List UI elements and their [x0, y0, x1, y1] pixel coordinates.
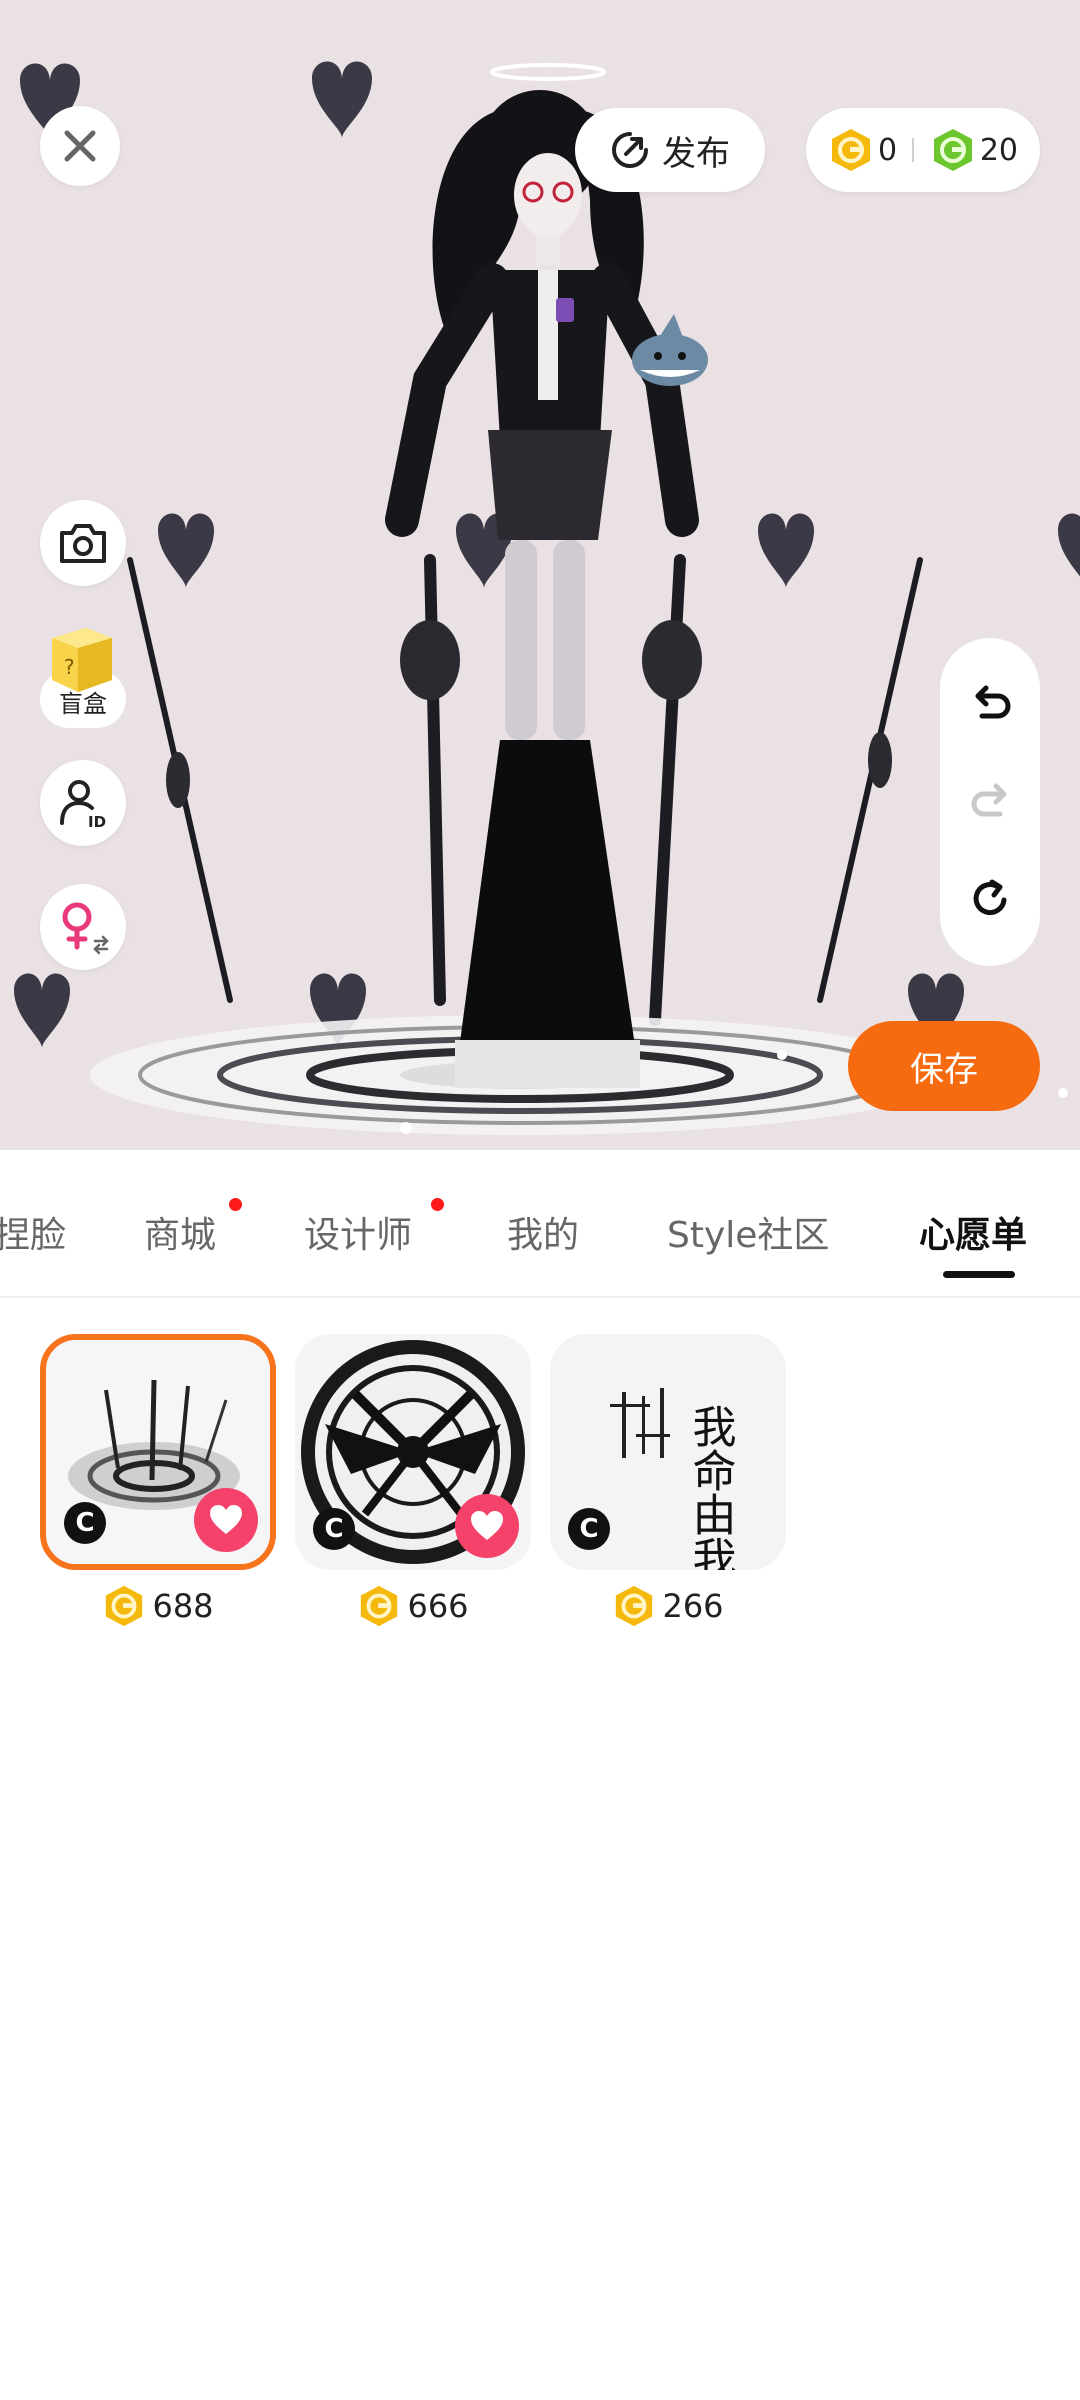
creator-badge: C: [568, 1508, 610, 1550]
category-tabs: 捏脸 商城 设计师 我的 Style社区 心愿单: [0, 1150, 1080, 1298]
gold-coin-icon: [616, 1585, 653, 1627]
creator-badge: C: [64, 1502, 106, 1544]
blind-box-icon: ?: [52, 628, 112, 692]
undo-icon[interactable]: [968, 680, 1014, 726]
tab-shop-notification-dot: [229, 1198, 242, 1211]
green-coin-icon: [933, 129, 972, 171]
redo-icon[interactable]: [968, 778, 1014, 824]
publish-label: 发布: [662, 133, 730, 174]
gold-coin-icon: [361, 1585, 398, 1627]
avatar-stage[interactable]: 发布 0 20 盲盒 ? ID 保存: [0, 0, 1080, 1150]
gold-coin-balance: 0: [828, 127, 897, 173]
save-button[interactable]: 保存: [848, 1021, 1040, 1111]
active-tab-indicator: [943, 1271, 1015, 1278]
item-price: 266: [550, 1584, 786, 1628]
history-controls: [940, 638, 1040, 966]
wishlist-item[interactable]: C 666: [295, 1334, 531, 1634]
svg-text:?: ?: [64, 655, 75, 679]
camera-button[interactable]: [40, 500, 126, 586]
price-value: 688: [152, 1587, 214, 1625]
creator-badge: C: [313, 1508, 355, 1550]
gold-coin-icon: [106, 1585, 143, 1627]
reset-icon[interactable]: [968, 876, 1014, 922]
item-thumbnail: C: [295, 1334, 531, 1570]
currency-wallet[interactable]: 0 20: [806, 108, 1040, 192]
green-coin-count: 20: [979, 132, 1018, 168]
green-coin-balance: 20: [930, 127, 1018, 173]
gold-coin-count: 0: [878, 132, 898, 168]
item-thumbnail: 我命由我不由天 C: [550, 1334, 786, 1570]
calligraphy-text: 我命由我不由天: [685, 1404, 736, 1570]
price-value: 666: [407, 1587, 469, 1625]
avatar-id-button[interactable]: ID: [40, 760, 126, 846]
tab-wishlist[interactable]: 心愿单: [919, 1206, 1027, 1258]
heart-icon: [210, 1505, 242, 1534]
item-price: 688: [40, 1584, 276, 1628]
tab-face[interactable]: 捏脸: [0, 1206, 66, 1258]
wishlist-item[interactable]: 我命由我不由天 C 266: [550, 1334, 786, 1634]
favorite-button[interactable]: [455, 1494, 519, 1558]
publish-button[interactable]: 发布: [575, 108, 765, 192]
tab-style-community[interactable]: Style社区: [667, 1206, 829, 1258]
tab-designer-notification-dot: [431, 1198, 444, 1211]
publish-icon: [612, 132, 648, 168]
user-id-icon: ID: [60, 780, 106, 829]
camera-icon: [60, 524, 106, 563]
tab-shop[interactable]: 商城: [144, 1206, 216, 1258]
svg-text:ID: ID: [88, 813, 106, 829]
gender-switch-button[interactable]: [40, 884, 126, 970]
wishlist-item[interactable]: C 688: [40, 1334, 276, 1634]
wallet-divider: [912, 138, 915, 162]
heart-icon: [471, 1511, 503, 1540]
close-button[interactable]: [40, 106, 120, 186]
price-value: 266: [662, 1587, 724, 1625]
female-gender-icon: [62, 902, 109, 955]
gold-coin-icon: [832, 129, 870, 171]
favorite-button[interactable]: [194, 1488, 258, 1552]
item-thumbnail: C: [40, 1334, 276, 1570]
close-icon: [64, 130, 96, 162]
tab-designer[interactable]: 设计师: [304, 1206, 412, 1258]
tab-mine[interactable]: 我的: [507, 1206, 579, 1258]
item-price: 666: [295, 1584, 531, 1628]
